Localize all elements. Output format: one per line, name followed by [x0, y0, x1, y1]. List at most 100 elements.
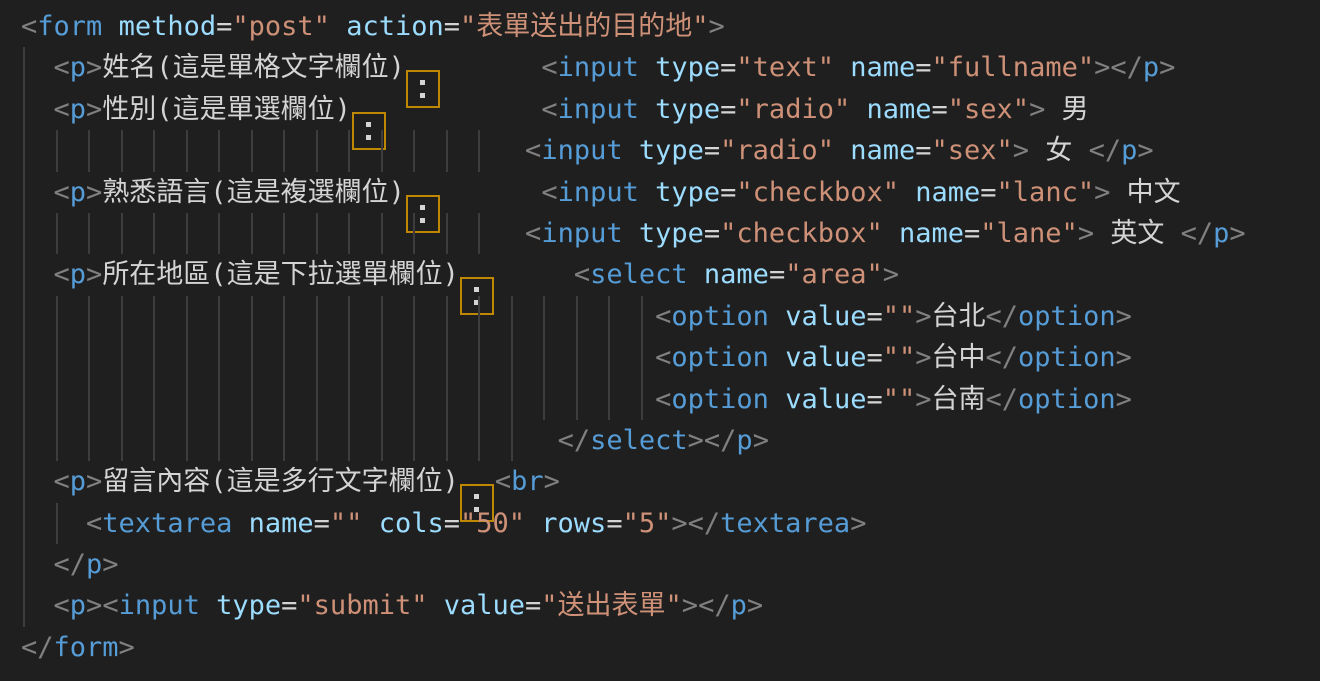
indent-guide [251, 130, 253, 171]
indent-guide [23, 130, 25, 171]
tag-name: input [119, 590, 200, 621]
indent-guide [186, 379, 188, 420]
tag-name: select [590, 259, 688, 290]
tag-name: input [558, 52, 639, 83]
indent-guide [381, 379, 383, 420]
text-content: 女 [1029, 135, 1089, 166]
text-content [850, 94, 866, 125]
code-segment: <textarea name="" cols="50" rows="5"></t… [86, 503, 866, 544]
tag-punctuation: > [753, 425, 769, 456]
code-line[interactable]: <textarea name="" cols="50" rows="5"></t… [0, 503, 1320, 544]
indent-guide [121, 130, 123, 171]
text-content [330, 11, 346, 42]
attribute-name: value [444, 590, 525, 621]
indent-guide [381, 296, 383, 337]
indent-guide [511, 379, 513, 420]
attribute-name: name [850, 135, 915, 166]
text-content [769, 342, 785, 373]
tag-punctuation: < [495, 466, 511, 497]
attribute-name: type [639, 218, 704, 249]
indent-guide [251, 420, 253, 461]
code-line[interactable]: <p><input type="submit" value="送出表單"></p… [0, 585, 1320, 626]
indent-guide [283, 379, 285, 420]
tag-name: p [86, 549, 102, 580]
code-segment: <option value="">台北</option> [655, 296, 1132, 337]
attribute-value: "sex" [932, 135, 1013, 166]
indent-guide [511, 337, 513, 378]
tag-punctuation: > [1116, 301, 1132, 332]
tag-punctuation: < [525, 135, 541, 166]
tag-name: p [70, 590, 86, 621]
attribute-name: cols [379, 508, 444, 539]
code-line[interactable]: </p> [0, 544, 1320, 585]
equals-sign: = [915, 52, 931, 83]
code-line[interactable]: <form method="post" action="表單送出的目的地"> [0, 6, 1320, 47]
code-line[interactable]: <input type="checkbox" name="lane"> 英文 <… [0, 213, 1320, 254]
tag-punctuation: > [86, 466, 102, 497]
indent-guide [348, 379, 350, 420]
code-line[interactable]: <option value="">台北</option> [0, 296, 1320, 337]
tag-name: textarea [102, 508, 232, 539]
indent-guide [316, 337, 318, 378]
text-content: 男 [1045, 94, 1088, 125]
text-content: 英文 [1094, 218, 1181, 249]
indent-guide [251, 379, 253, 420]
code-line[interactable]: <p>熟悉語言(這是複選欄位)：<input type="checkbox" n… [0, 172, 1320, 213]
tag-punctuation: > [86, 177, 102, 208]
code-line[interactable]: <p>姓名(這是單格文字欄位)：<input type="text" name=… [0, 47, 1320, 88]
attribute-name: type [639, 135, 704, 166]
indent-guide [413, 296, 415, 337]
code-line[interactable]: <option value="">台南</option> [0, 379, 1320, 420]
indent-guide [478, 379, 480, 420]
tag-punctuation: > [1116, 384, 1132, 415]
indent-guide [23, 172, 25, 213]
tag-punctuation: > [671, 508, 687, 539]
indent-guide [478, 296, 480, 337]
code-line[interactable]: <p>所在地區(這是下拉選單欄位)：<select name="area"> [0, 254, 1320, 295]
equals-sign: = [720, 177, 736, 208]
text-content [102, 11, 118, 42]
code-line[interactable]: <p>留言內容(這是多行文字欄位)：<br> [0, 461, 1320, 502]
text-content: 留言內容(這是多行文字欄位) [102, 466, 459, 497]
attribute-value: "radio" [736, 94, 850, 125]
equals-sign: = [444, 508, 460, 539]
indent-guide [23, 296, 25, 337]
text-content [883, 218, 899, 249]
code-line[interactable]: <option value="">台中</option> [0, 337, 1320, 378]
attribute-name: rows [541, 508, 606, 539]
indent-guide [186, 130, 188, 171]
tag-name: option [1018, 301, 1116, 332]
equals-sign: = [932, 94, 948, 125]
code-line[interactable]: </form> [0, 627, 1320, 668]
indent-guide [413, 130, 415, 171]
indent-guide [153, 420, 155, 461]
attribute-name: method [119, 11, 217, 42]
tag-punctuation: </ [54, 549, 87, 580]
attribute-name: action [346, 11, 444, 42]
indent-guide [348, 213, 350, 254]
code-line[interactable]: </select></p> [0, 420, 1320, 461]
attribute-name: name [866, 94, 931, 125]
tag-punctuation: > [850, 508, 866, 539]
attribute-value: "fullname" [932, 52, 1095, 83]
indent-guide [23, 47, 25, 88]
tag-punctuation: > [1078, 218, 1094, 249]
attribute-name: type [655, 177, 720, 208]
indent-guide [446, 420, 448, 461]
code-line[interactable]: <input type="radio" name="sex"> 女 </p> [0, 130, 1320, 171]
equals-sign: = [444, 11, 460, 42]
code-line[interactable]: <p>性別(這是單選欄位)：<input type="radio" name="… [0, 89, 1320, 130]
text-content: 姓名(這是單格文字欄位) [102, 52, 405, 83]
indent-guide [283, 213, 285, 254]
attribute-name: name [249, 508, 314, 539]
indent-guide [153, 379, 155, 420]
attribute-value: "lanc" [997, 177, 1095, 208]
code-segment: <select name="area"> [574, 254, 899, 295]
tag-name: p [1213, 218, 1229, 249]
tag-punctuation: </ [1089, 135, 1122, 166]
code-segment: <form method="post" action="表單送出的目的地"> [21, 6, 725, 47]
code-editor[interactable]: <form method="post" action="表單送出的目的地"><p… [0, 0, 1320, 681]
indent-guide [641, 337, 643, 378]
code-segment: <input type="checkbox" name="lane"> 英文 <… [525, 213, 1246, 254]
tag-punctuation: > [1137, 135, 1153, 166]
